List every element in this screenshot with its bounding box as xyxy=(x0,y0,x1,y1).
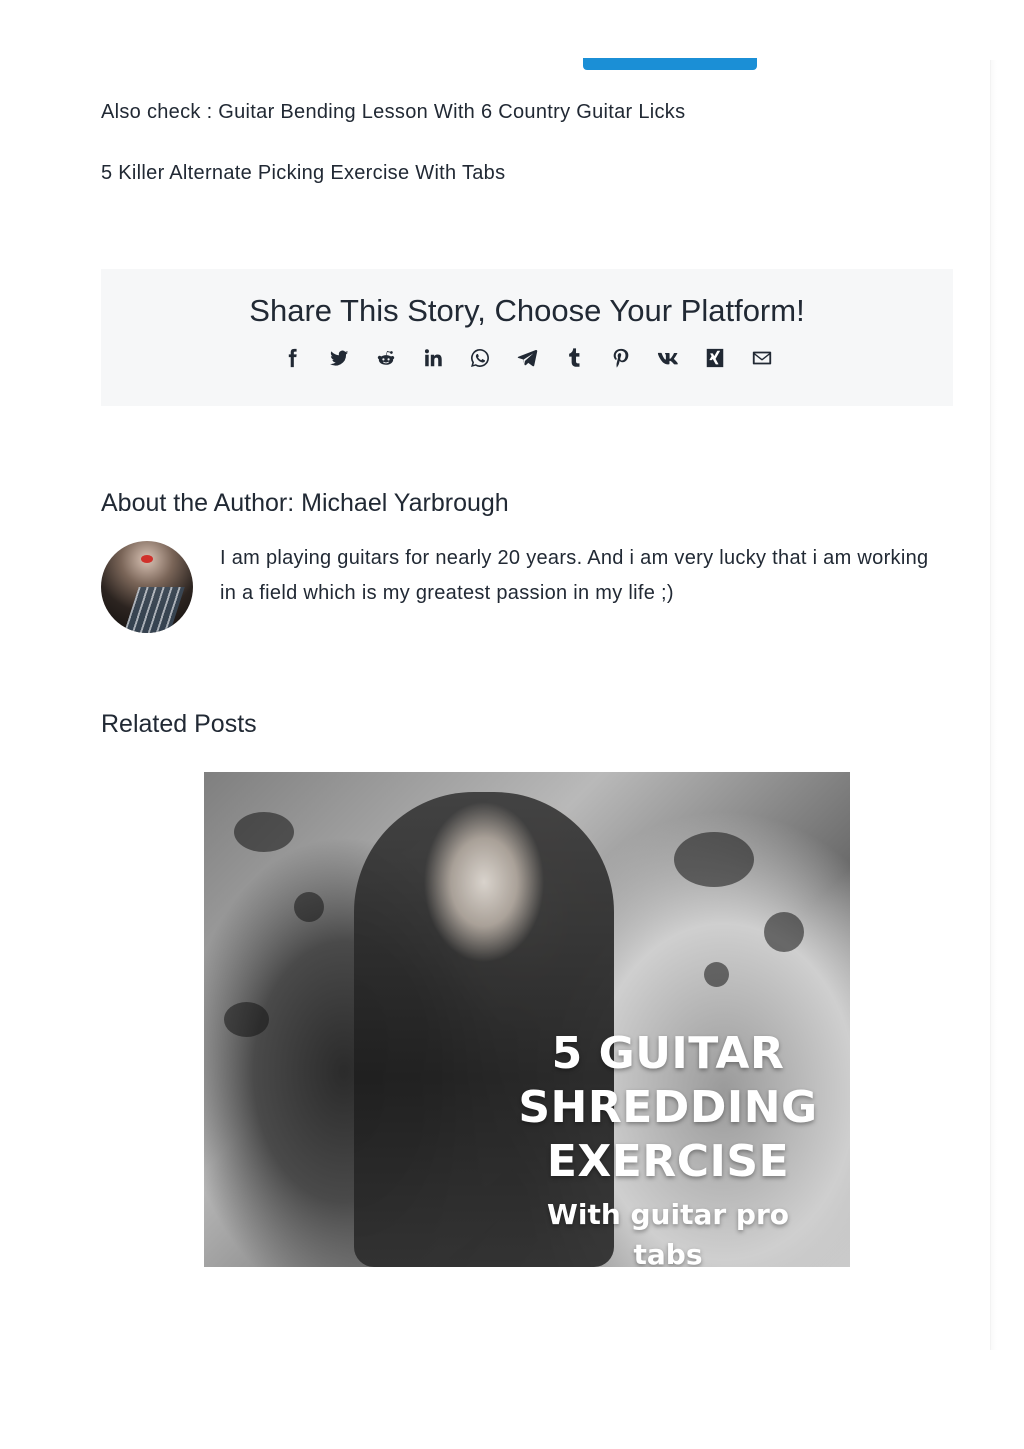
reddit-icon[interactable] xyxy=(363,343,410,373)
alternate-picking-link[interactable]: 5 Killer Alternate Picking Exercise With… xyxy=(101,162,505,185)
share-box: Share This Story, Choose Your Platform! xyxy=(101,269,953,406)
share-title: Share This Story, Choose Your Platform! xyxy=(249,293,805,328)
ink-splatter xyxy=(704,962,729,987)
avatar-highlight xyxy=(141,555,153,563)
accent-bar xyxy=(583,58,757,70)
email-icon[interactable] xyxy=(739,343,786,373)
linkedin-icon[interactable] xyxy=(410,343,457,373)
twitter-icon[interactable] xyxy=(316,343,363,373)
author-avatar xyxy=(101,541,193,633)
caption-line-2: SHREDDING xyxy=(518,1082,818,1133)
author-bio: I am playing guitars for nearly 20 years… xyxy=(220,547,929,604)
telegram-icon[interactable] xyxy=(504,343,551,373)
pinterest-icon[interactable] xyxy=(598,343,645,373)
author-heading: About the Author: Michael Yarbrough xyxy=(101,489,509,517)
vk-icon[interactable] xyxy=(645,343,692,373)
ink-splatter xyxy=(294,892,324,922)
ink-splatter xyxy=(764,912,804,952)
post-image-caption: 5 GUITAR SHREDDING EXERCISE With guitar … xyxy=(508,1027,828,1267)
ink-splatter xyxy=(224,1002,269,1037)
also-check-link[interactable]: Also check : Guitar Bending Lesson With … xyxy=(101,101,685,124)
page-edge-divider xyxy=(990,60,997,1350)
caption-subtitle: With guitar pro tabs xyxy=(546,1198,790,1267)
tumblr-icon[interactable] xyxy=(551,343,598,373)
xing-icon[interactable] xyxy=(692,343,739,373)
facebook-icon[interactable] xyxy=(269,343,316,373)
guitar-neck-graphic xyxy=(119,587,185,633)
caption-line-3: EXERCISE xyxy=(546,1136,790,1187)
related-posts-heading: Related Posts xyxy=(101,710,257,738)
share-icons-row xyxy=(101,343,953,373)
ink-splatter xyxy=(234,812,294,852)
ink-splatter xyxy=(674,832,754,887)
caption-line-1: 5 GUITAR xyxy=(551,1028,785,1079)
whatsapp-icon[interactable] xyxy=(457,343,504,373)
related-post-image[interactable]: 5 GUITAR SHREDDING EXERCISE With guitar … xyxy=(204,772,850,1267)
